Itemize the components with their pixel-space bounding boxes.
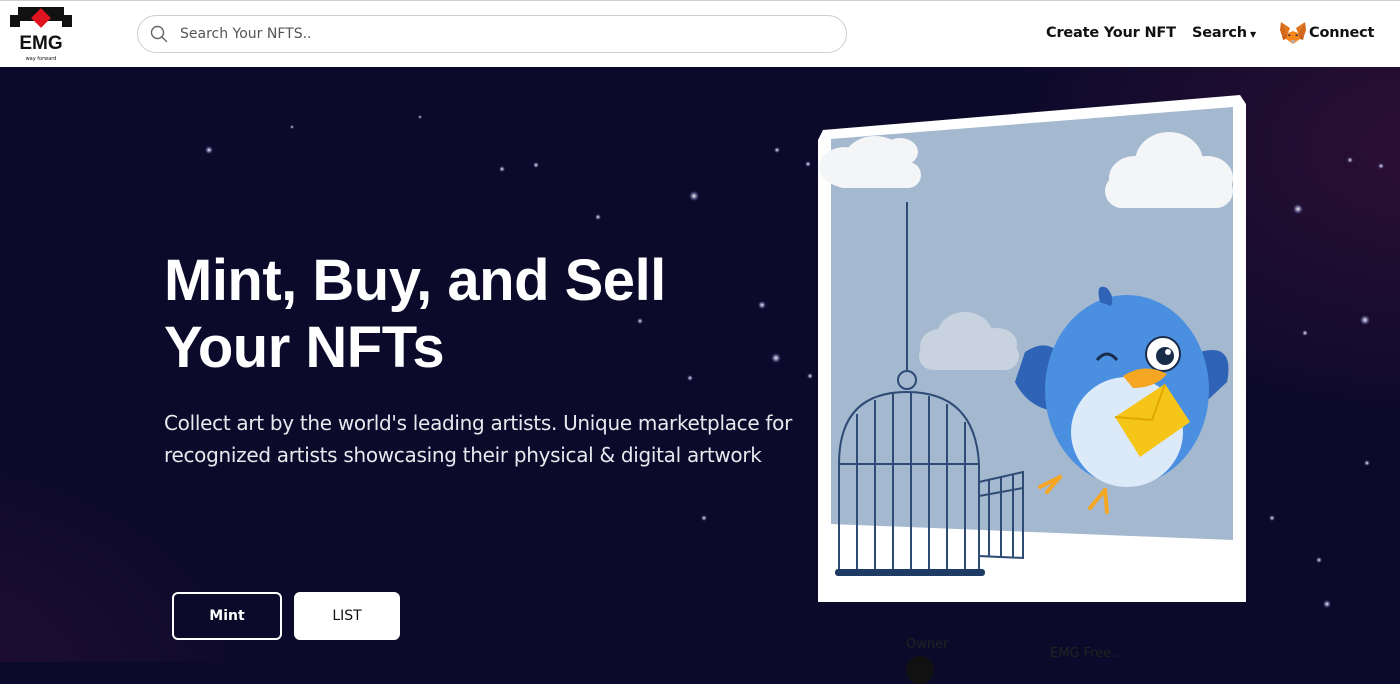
hero-subtitle: Collect art by the world's leading artis… — [164, 411, 793, 467]
search-input[interactable] — [178, 25, 822, 43]
connect-wallet-button[interactable]: Connect — [1279, 20, 1374, 46]
metamask-fox-icon — [1280, 22, 1306, 44]
mint-button[interactable]: Mint — [172, 592, 282, 640]
caret-down-icon: ▼ — [1249, 29, 1256, 39]
list-button[interactable]: LIST — [294, 592, 400, 640]
owner-label: Owner — [906, 637, 949, 652]
brand-name: EMG — [19, 33, 62, 54]
nav-search-label: Search — [1192, 25, 1247, 41]
search-icon — [150, 25, 168, 43]
nav-create-nft[interactable]: Create Your NFT — [1046, 25, 1176, 41]
owner-avatar[interactable] — [906, 656, 934, 684]
navbar: EMG way forward Create Your NFT Search ▼… — [0, 0, 1400, 67]
connect-label: Connect — [1309, 25, 1375, 41]
nft-card[interactable] — [815, 92, 1255, 602]
brand-tagline: way forward — [26, 56, 57, 62]
emg-logo[interactable]: EMG way forward — [10, 5, 72, 63]
collection-name[interactable]: EMG Free.. — [1050, 646, 1120, 661]
hero-title: Mint, Buy, and Sell Your NFTs — [164, 248, 666, 380]
nav-search-dropdown[interactable]: Search ▼ — [1192, 25, 1256, 41]
search-bar[interactable] — [137, 15, 847, 53]
nft-artwork — [818, 95, 1246, 602]
